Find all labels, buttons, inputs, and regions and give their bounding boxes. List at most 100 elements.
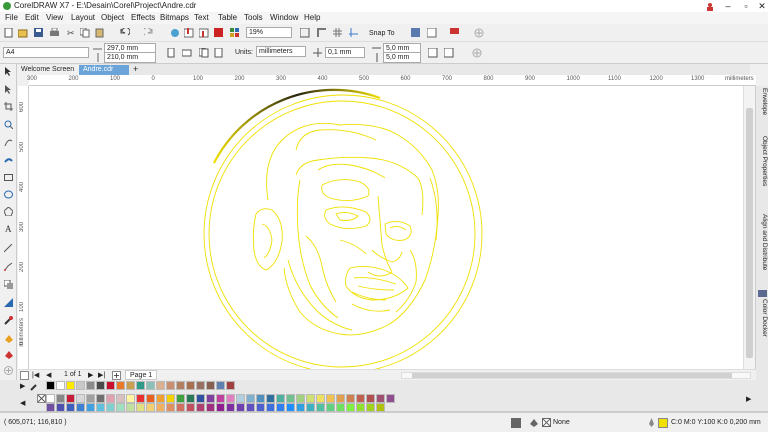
page-layout-icon[interactable] bbox=[444, 48, 454, 58]
add-page-icon[interactable] bbox=[112, 371, 121, 380]
vertical-scrollbar[interactable] bbox=[743, 86, 755, 369]
parallel-dimension-tool-icon[interactable] bbox=[4, 244, 13, 253]
color-swatch[interactable] bbox=[226, 394, 235, 403]
portrait-icon[interactable] bbox=[166, 48, 176, 58]
color-swatch[interactable] bbox=[386, 394, 395, 403]
page-height-field[interactable]: 210,0 mm bbox=[104, 52, 156, 63]
color-swatch[interactable] bbox=[146, 403, 155, 412]
horizontal-ruler[interactable]: 300 200 100 0 100 200 300 400 500 600 700 800 900 100… bbox=[27, 75, 756, 86]
units-select[interactable]: millimeters bbox=[256, 46, 306, 57]
minimize-button[interactable]: – bbox=[718, 0, 738, 12]
copy-icon[interactable] bbox=[80, 28, 90, 38]
color-swatch[interactable] bbox=[136, 403, 145, 412]
color-swatch[interactable] bbox=[226, 403, 235, 412]
color-swatch[interactable] bbox=[96, 403, 105, 412]
color-swatch[interactable] bbox=[266, 394, 275, 403]
menu-file[interactable]: File bbox=[5, 13, 18, 22]
color-swatch[interactable] bbox=[66, 394, 75, 403]
palette-menu-icon[interactable]: ▶ bbox=[20, 382, 25, 390]
full-screen-icon[interactable] bbox=[300, 28, 310, 38]
undo-icon[interactable] bbox=[120, 28, 130, 38]
user-icon[interactable] bbox=[700, 0, 720, 12]
freehand-tool-icon[interactable] bbox=[4, 138, 13, 147]
no-color-swatch[interactable] bbox=[37, 394, 46, 403]
eyedropper-tool-icon[interactable] bbox=[4, 316, 13, 325]
color-swatch[interactable] bbox=[226, 381, 235, 390]
menu-window[interactable]: Window bbox=[270, 13, 298, 22]
color-swatch[interactable] bbox=[366, 394, 375, 403]
page-tab[interactable]: Page 1 bbox=[125, 370, 158, 380]
color-swatch[interactable] bbox=[256, 394, 265, 403]
zoom-level-combobox[interactable]: 19% bbox=[246, 27, 292, 38]
color-swatch[interactable] bbox=[306, 394, 315, 403]
color-swatch[interactable] bbox=[86, 394, 95, 403]
previous-page-icon[interactable]: ◀ bbox=[46, 371, 51, 379]
launch-icon[interactable] bbox=[450, 28, 460, 38]
application-launcher-icon[interactable] bbox=[230, 28, 240, 38]
color-swatch[interactable] bbox=[146, 381, 155, 390]
color-swatch[interactable] bbox=[166, 394, 175, 403]
show-guidelines-icon[interactable] bbox=[349, 28, 359, 38]
color-swatch[interactable] bbox=[216, 403, 225, 412]
color-swatch[interactable] bbox=[316, 394, 325, 403]
new-document-icon[interactable] bbox=[4, 28, 14, 38]
color-swatch[interactable] bbox=[346, 403, 355, 412]
menu-object[interactable]: Object bbox=[101, 13, 124, 22]
color-swatch[interactable] bbox=[236, 394, 245, 403]
color-swatch[interactable] bbox=[286, 403, 295, 412]
zoom-tool-icon[interactable] bbox=[4, 120, 13, 129]
color-swatch[interactable] bbox=[136, 381, 145, 390]
tab-welcome-screen[interactable]: Welcome Screen bbox=[17, 65, 79, 75]
outer-circle[interactable] bbox=[203, 94, 483, 369]
color-swatch[interactable] bbox=[76, 381, 85, 390]
docker-tab-align-distribute[interactable]: Align and Distribute bbox=[757, 214, 768, 270]
docker-tab-color-docker[interactable]: Color Docker bbox=[757, 299, 768, 337]
menu-view[interactable]: View bbox=[46, 13, 63, 22]
color-swatch[interactable] bbox=[326, 394, 335, 403]
color-swatch[interactable] bbox=[196, 381, 205, 390]
color-swatch[interactable] bbox=[166, 381, 175, 390]
color-swatch[interactable] bbox=[336, 394, 345, 403]
options-icon[interactable] bbox=[411, 28, 421, 38]
color-swatch[interactable] bbox=[216, 394, 225, 403]
show-grid-icon[interactable] bbox=[333, 28, 343, 38]
menu-edit[interactable]: Edit bbox=[25, 13, 39, 22]
snap-to-dropdown[interactable]: Snap To bbox=[369, 29, 395, 38]
pick-tool-icon[interactable] bbox=[4, 67, 13, 76]
add-toolbox-item-icon[interactable] bbox=[4, 366, 13, 375]
export-icon[interactable] bbox=[199, 28, 209, 38]
color-swatch[interactable] bbox=[186, 394, 195, 403]
color-swatch[interactable] bbox=[156, 403, 165, 412]
color-swatch[interactable] bbox=[356, 394, 365, 403]
color-swatch[interactable] bbox=[106, 403, 115, 412]
tab-andre-cdr[interactable]: Andre.cdr bbox=[79, 65, 129, 75]
color-swatch[interactable] bbox=[116, 403, 125, 412]
add-property-item-icon[interactable] bbox=[472, 48, 482, 58]
palette-scroll-left-icon[interactable]: ◀ bbox=[20, 399, 25, 407]
eyedropper-icon[interactable] bbox=[30, 382, 39, 391]
ellipse-tool-icon[interactable] bbox=[4, 190, 13, 199]
paste-icon[interactable] bbox=[95, 28, 105, 38]
landscape-icon[interactable] bbox=[182, 48, 192, 58]
drawing-artwork[interactable] bbox=[29, 86, 756, 369]
shape-tool-icon[interactable] bbox=[4, 85, 13, 94]
color-swatch[interactable] bbox=[286, 394, 295, 403]
color-swatch[interactable] bbox=[46, 381, 55, 390]
color-swatch[interactable] bbox=[246, 403, 255, 412]
shadow-arc[interactable] bbox=[213, 88, 381, 164]
color-swatch[interactable] bbox=[126, 403, 135, 412]
artistic-media-tool-icon[interactable] bbox=[4, 155, 13, 164]
menu-bitmaps[interactable]: Bitmaps bbox=[160, 13, 189, 22]
color-swatch[interactable] bbox=[266, 403, 275, 412]
menu-text[interactable]: Text bbox=[194, 13, 209, 22]
color-swatch[interactable] bbox=[156, 394, 165, 403]
color-swatch[interactable] bbox=[206, 403, 215, 412]
welcome-screen-icon[interactable] bbox=[427, 28, 437, 38]
color-swatch[interactable] bbox=[256, 403, 265, 412]
publish-pdf-icon[interactable] bbox=[214, 28, 224, 38]
next-page-icon[interactable]: ▶ bbox=[88, 371, 93, 379]
face-drawing[interactable] bbox=[252, 122, 439, 336]
color-swatch[interactable] bbox=[116, 394, 125, 403]
color-swatch[interactable] bbox=[336, 403, 345, 412]
color-swatch[interactable] bbox=[276, 403, 285, 412]
